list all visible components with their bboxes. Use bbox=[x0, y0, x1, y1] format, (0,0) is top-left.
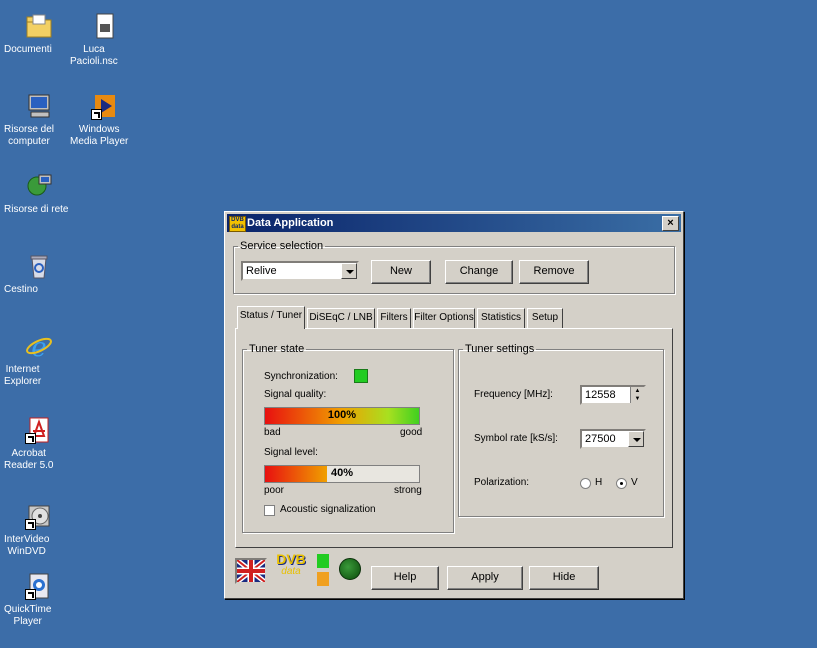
signal-level-value: 40% bbox=[330, 467, 354, 479]
tab-status-tuner[interactable]: Status / Tuner bbox=[237, 306, 305, 329]
internet-explorer-icon: e bbox=[25, 332, 53, 363]
tab-setup[interactable]: Setup bbox=[527, 308, 563, 328]
change-button[interactable]: Change bbox=[445, 260, 513, 284]
signal-level-bar: 40% bbox=[264, 465, 420, 483]
status-green-indicator bbox=[317, 554, 329, 568]
symbol-rate-select[interactable]: 27500 bbox=[580, 429, 646, 449]
polarization-h-label: H bbox=[595, 477, 603, 488]
desktop-icon-quicktime[interactable]: QuickTime Player bbox=[4, 572, 74, 627]
tab-filters[interactable]: Filters bbox=[377, 308, 411, 328]
quality-high-label: good bbox=[400, 427, 423, 438]
signal-level-label: Signal level: bbox=[264, 447, 318, 458]
desktop-icon-label: InterVideo WinDVD bbox=[4, 534, 50, 557]
service-select[interactable]: Relive bbox=[241, 261, 359, 281]
status-orange-indicator bbox=[317, 572, 329, 586]
dvb-data-logo: DVB data bbox=[273, 552, 309, 582]
media-player-icon bbox=[91, 92, 119, 120]
desktop-icon-media-player[interactable]: Windows Media Player bbox=[70, 92, 140, 147]
signal-quality-value: 100% bbox=[327, 409, 357, 421]
quicktime-icon bbox=[25, 572, 53, 600]
desktop-icon-label: Documenti bbox=[4, 44, 52, 55]
desktop: Documenti Luca Pacioli.nsc Risorse del c… bbox=[0, 0, 817, 648]
dvb-logo-sub: data bbox=[281, 566, 301, 577]
tab-statistics[interactable]: Statistics bbox=[477, 308, 525, 328]
level-high-label: strong bbox=[394, 485, 422, 496]
signal-quality-bar: 100% bbox=[264, 407, 420, 425]
close-button[interactable]: × bbox=[662, 216, 679, 231]
desktop-icon-risorse-computer[interactable]: Risorse del computer bbox=[4, 92, 74, 147]
service-select-value: Relive bbox=[246, 265, 277, 277]
desktop-icon-documenti[interactable]: Documenti bbox=[4, 12, 74, 55]
computer-icon bbox=[25, 92, 53, 120]
polarization-label: Polarization: bbox=[474, 477, 530, 488]
acrobat-reader-icon bbox=[25, 416, 53, 444]
frequency-value: 12558 bbox=[585, 389, 616, 401]
acoustic-label: Acoustic signalization bbox=[280, 504, 376, 515]
desktop-icon-internet-explorer[interactable]: e Internet Explorer bbox=[4, 332, 74, 387]
desktop-icon-label: Internet Explorer bbox=[4, 364, 42, 387]
hide-button[interactable]: Hide bbox=[529, 566, 599, 590]
tuner-state-legend: Tuner state bbox=[249, 343, 305, 355]
desktop-icon-cestino[interactable]: Cestino bbox=[4, 252, 74, 295]
shortcut-arrow-icon bbox=[91, 109, 102, 120]
tab-filter-options[interactable]: Filter Options bbox=[413, 308, 475, 328]
polarization-v-label: V bbox=[631, 477, 638, 488]
chevron-down-icon[interactable] bbox=[341, 263, 357, 279]
polarization-h-radio[interactable] bbox=[580, 478, 591, 489]
window-title: Data Application bbox=[247, 217, 334, 229]
desktop-icon-label: Acrobat Reader 5.0 bbox=[4, 448, 54, 471]
desktop-icon-label: Risorse di rete bbox=[4, 204, 69, 215]
folder-icon bbox=[25, 12, 53, 40]
polarization-v-radio[interactable] bbox=[616, 478, 627, 489]
shortcut-arrow-icon bbox=[25, 519, 36, 530]
spin-updown-icon[interactable]: ▲ ▼ bbox=[630, 387, 644, 403]
desktop-icon-risorse-rete[interactable]: Risorse di rete bbox=[4, 172, 74, 215]
desktop-icon-label: Windows Media Player bbox=[70, 124, 129, 147]
symbol-rate-label: Symbol rate [kS/s]: bbox=[474, 433, 558, 444]
dvb-logo-text: DVB bbox=[276, 551, 306, 567]
power-icon[interactable] bbox=[339, 558, 361, 580]
dvb-app-icon: DVB data bbox=[229, 216, 246, 232]
new-button[interactable]: New bbox=[371, 260, 431, 284]
tab-panel-status-tuner: Tuner state Synchronization: Signal qual… bbox=[235, 328, 673, 548]
service-selection-legend: Service selection bbox=[240, 240, 324, 252]
desktop-icon-windvd[interactable]: InterVideo WinDVD bbox=[4, 502, 74, 557]
desktop-icon-luca-pacioli[interactable]: Luca Pacioli.nsc bbox=[70, 12, 140, 67]
quality-low-label: bad bbox=[264, 427, 281, 438]
desktop-icon-acrobat[interactable]: Acrobat Reader 5.0 bbox=[4, 416, 74, 471]
desktop-icon-label: Luca Pacioli.nsc bbox=[70, 44, 118, 67]
dvd-player-icon bbox=[25, 502, 53, 530]
frequency-label: Frequency [MHz]: bbox=[474, 389, 553, 400]
desktop-icon-label: QuickTime Player bbox=[4, 604, 52, 627]
title-bar[interactable]: DVB data Data Application × bbox=[227, 214, 681, 232]
recycle-bin-icon bbox=[25, 252, 53, 280]
svg-text:e: e bbox=[31, 333, 46, 360]
signal-quality-label: Signal quality: bbox=[264, 389, 327, 400]
shortcut-arrow-icon bbox=[25, 433, 36, 444]
tab-diseqc-lnb[interactable]: DiSEqC / LNB bbox=[307, 308, 375, 328]
sync-label: Synchronization: bbox=[264, 371, 338, 382]
desktop-icon-label: Risorse del computer bbox=[4, 124, 55, 147]
tuner-settings-legend: Tuner settings bbox=[465, 343, 535, 355]
level-low-label: poor bbox=[264, 485, 285, 496]
sync-indicator bbox=[354, 369, 368, 383]
chevron-down-icon[interactable] bbox=[628, 431, 644, 447]
acoustic-checkbox[interactable] bbox=[264, 505, 275, 516]
help-button[interactable]: Help bbox=[371, 566, 439, 590]
uk-flag-icon[interactable] bbox=[235, 558, 267, 584]
network-icon bbox=[25, 172, 53, 200]
desktop-icon-label: Cestino bbox=[4, 284, 38, 295]
symbol-rate-value: 27500 bbox=[585, 433, 616, 445]
shortcut-arrow-icon bbox=[25, 589, 36, 600]
document-icon bbox=[91, 12, 119, 40]
frequency-input[interactable]: 12558 ▲ ▼ bbox=[580, 385, 646, 405]
apply-button[interactable]: Apply bbox=[447, 566, 523, 590]
data-application-window: DVB data Data Application × Service selec… bbox=[224, 211, 684, 599]
remove-button[interactable]: Remove bbox=[519, 260, 589, 284]
